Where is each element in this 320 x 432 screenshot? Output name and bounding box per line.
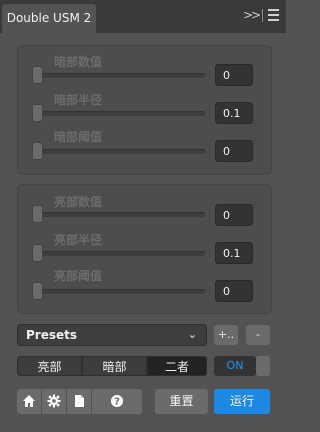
value-field[interactable]: 0.1: [215, 242, 253, 264]
slider-label: 暗部半径: [54, 93, 103, 107]
tab-both[interactable]: 二者: [147, 356, 207, 376]
slider-track[interactable]: [36, 212, 205, 217]
panel-tab[interactable]: Double USM 2: [2, 4, 96, 33]
home-button[interactable]: [17, 389, 41, 414]
add-preset-button[interactable]: +..: [214, 325, 238, 345]
home-icon: [23, 395, 35, 407]
chevron-down-icon: ⌄: [187, 328, 197, 341]
value-field[interactable]: 0.1: [215, 102, 253, 124]
presets-label: Presets: [26, 328, 78, 342]
help-button[interactable]: ?: [92, 389, 142, 414]
slider-track[interactable]: [36, 289, 205, 294]
toggle-knob[interactable]: [256, 356, 270, 376]
menu-icon[interactable]: [268, 9, 279, 21]
slider-label: 暗部数值: [54, 55, 103, 69]
slider-handle[interactable]: [33, 143, 42, 159]
document-button[interactable]: [67, 389, 91, 414]
value-field[interactable]: 0: [215, 280, 253, 302]
help-icon: ?: [111, 395, 123, 408]
slider-handle[interactable]: [33, 206, 42, 222]
slider-label: 亮部数值: [54, 195, 103, 209]
tab-shadows[interactable]: 暗部: [82, 356, 147, 376]
slider-track[interactable]: [36, 251, 205, 256]
remove-preset-button[interactable]: -: [246, 325, 270, 345]
slider-track[interactable]: [36, 111, 205, 116]
slider-handle[interactable]: [33, 67, 42, 83]
slider-label: 亮部阈值: [54, 269, 103, 283]
on-toggle[interactable]: ON: [214, 356, 256, 376]
divider: [262, 9, 263, 22]
slider-handle[interactable]: [33, 245, 42, 261]
gear-icon: [47, 394, 61, 408]
value-field[interactable]: 0: [215, 64, 253, 86]
reset-button[interactable]: 重置: [155, 389, 208, 414]
document-icon: [75, 395, 84, 407]
collapse-icon[interactable]: >>: [243, 8, 261, 22]
title-bar: Double USM 2 >>: [0, 0, 286, 33]
value-field[interactable]: 0: [215, 140, 253, 162]
tab-highlights[interactable]: 亮部: [17, 356, 82, 376]
slider-label: 暗部阈值: [54, 130, 103, 144]
slider-track[interactable]: [36, 149, 205, 154]
slider-handle[interactable]: [33, 105, 42, 121]
slider-track[interactable]: [36, 73, 205, 78]
value-field[interactable]: 0: [215, 204, 253, 226]
run-button[interactable]: 运行: [214, 389, 270, 414]
settings-button[interactable]: [42, 389, 66, 414]
svg-text:?: ?: [114, 397, 120, 408]
presets-dropdown[interactable]: Presets ⌄: [17, 324, 207, 346]
slider-label: 亮部半径: [54, 233, 103, 247]
slider-handle[interactable]: [33, 283, 42, 299]
panel: Double USM 2 >> 暗部数值 0 暗部半径 0.1 暗部阈值 0 亮…: [0, 0, 286, 432]
